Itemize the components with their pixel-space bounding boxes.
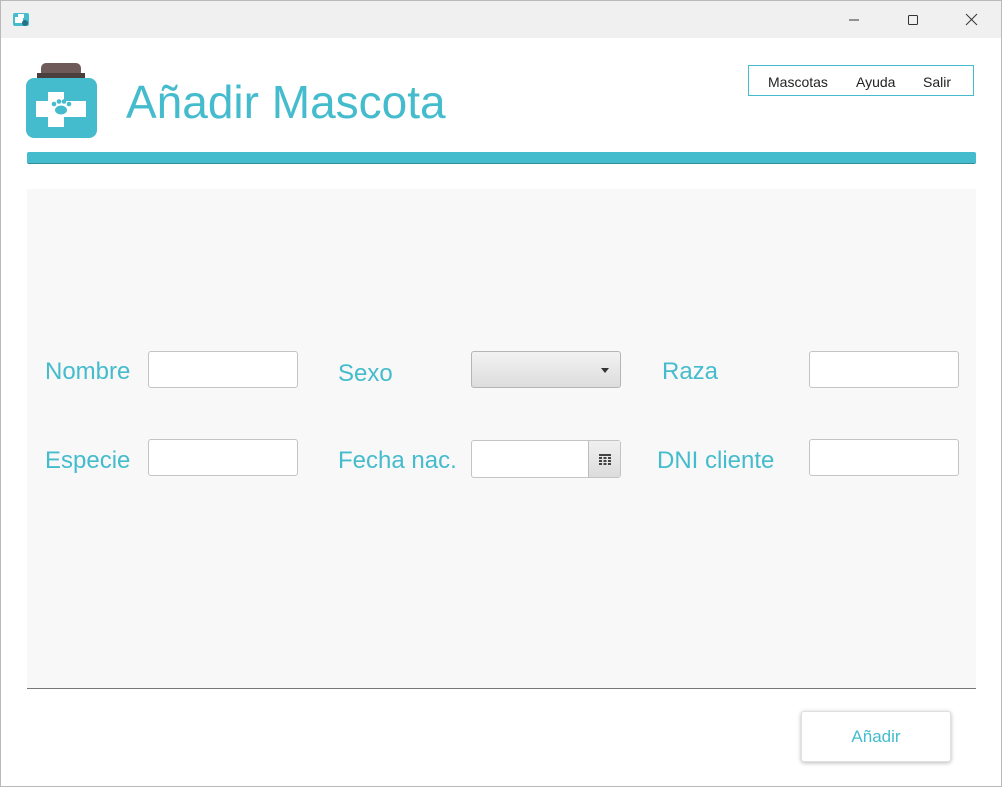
nombre-input[interactable] xyxy=(148,351,298,388)
top-menu: Mascotas Ayuda Salir xyxy=(748,65,974,96)
menu-item-salir[interactable]: Salir xyxy=(923,74,951,90)
title-bar[interactable] xyxy=(1,1,1001,38)
pet-medicine-bottle-icon xyxy=(26,63,97,138)
nombre-label: Nombre xyxy=(45,358,131,385)
menu-item-ayuda[interactable]: Ayuda xyxy=(856,74,895,90)
form-panel: Nombre Sexo Raza Especie Fecha nac. DNI … xyxy=(27,189,976,689)
maximize-button[interactable] xyxy=(890,1,936,38)
chevron-down-icon xyxy=(601,368,609,373)
minimize-icon xyxy=(849,19,859,20)
raza-label: Raza xyxy=(662,358,719,385)
header-divider xyxy=(27,152,976,164)
minimize-button[interactable] xyxy=(831,1,877,38)
especie-input[interactable] xyxy=(148,439,298,476)
dni-cliente-input[interactable] xyxy=(809,439,959,476)
close-icon xyxy=(965,13,977,26)
sexo-select[interactable] xyxy=(471,351,621,388)
fecha-nac-datepicker xyxy=(471,440,621,478)
maximize-icon xyxy=(908,14,918,25)
raza-input[interactable] xyxy=(809,351,959,388)
calendar-icon xyxy=(598,453,611,465)
fecha-nac-input[interactable] xyxy=(472,441,588,477)
menu-item-mascotas[interactable]: Mascotas xyxy=(768,74,828,90)
page-title: Añadir Mascota xyxy=(126,76,446,128)
fecha-nac-label: Fecha nac. xyxy=(338,447,457,474)
calendar-button[interactable] xyxy=(588,441,620,477)
close-button[interactable] xyxy=(948,1,994,38)
dni-cliente-label: DNI cliente xyxy=(657,447,775,474)
especie-label: Especie xyxy=(45,447,131,474)
app-window: Añadir Mascota Mascotas Ayuda Salir Nomb… xyxy=(0,0,1002,787)
sexo-label: Sexo xyxy=(338,360,393,387)
app-icon xyxy=(13,13,29,26)
add-button[interactable]: Añadir xyxy=(801,711,951,762)
